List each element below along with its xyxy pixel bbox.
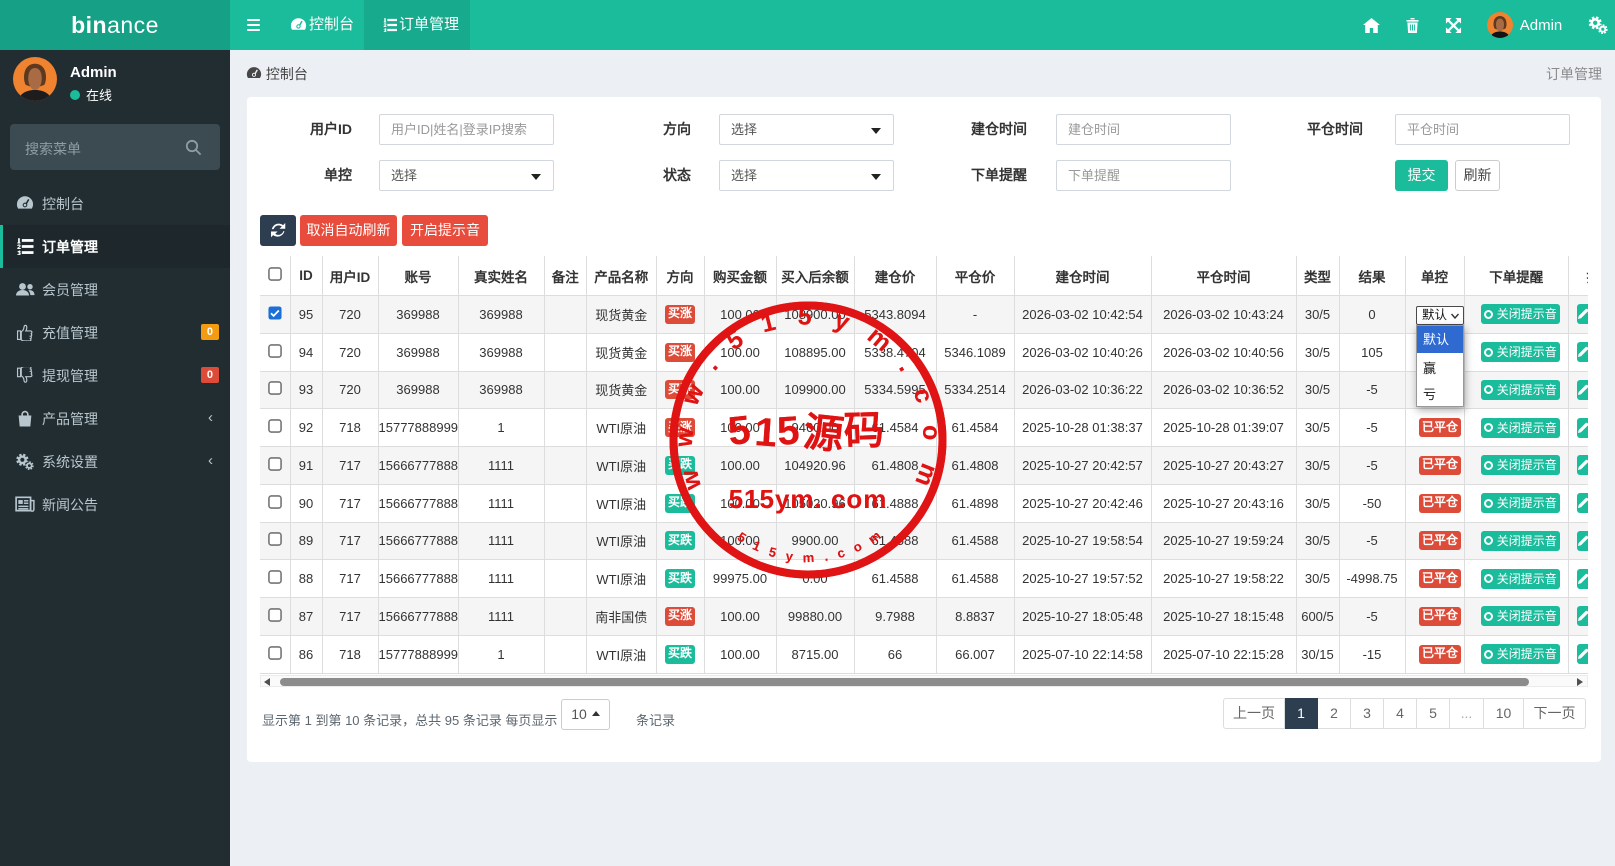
svg-text:515源码: 515源码: [726, 408, 887, 459]
svg-text:515ym. com: 515ym. com: [729, 484, 888, 514]
svg-text:www.515ym.com: www.515ym.com: [670, 302, 946, 510]
